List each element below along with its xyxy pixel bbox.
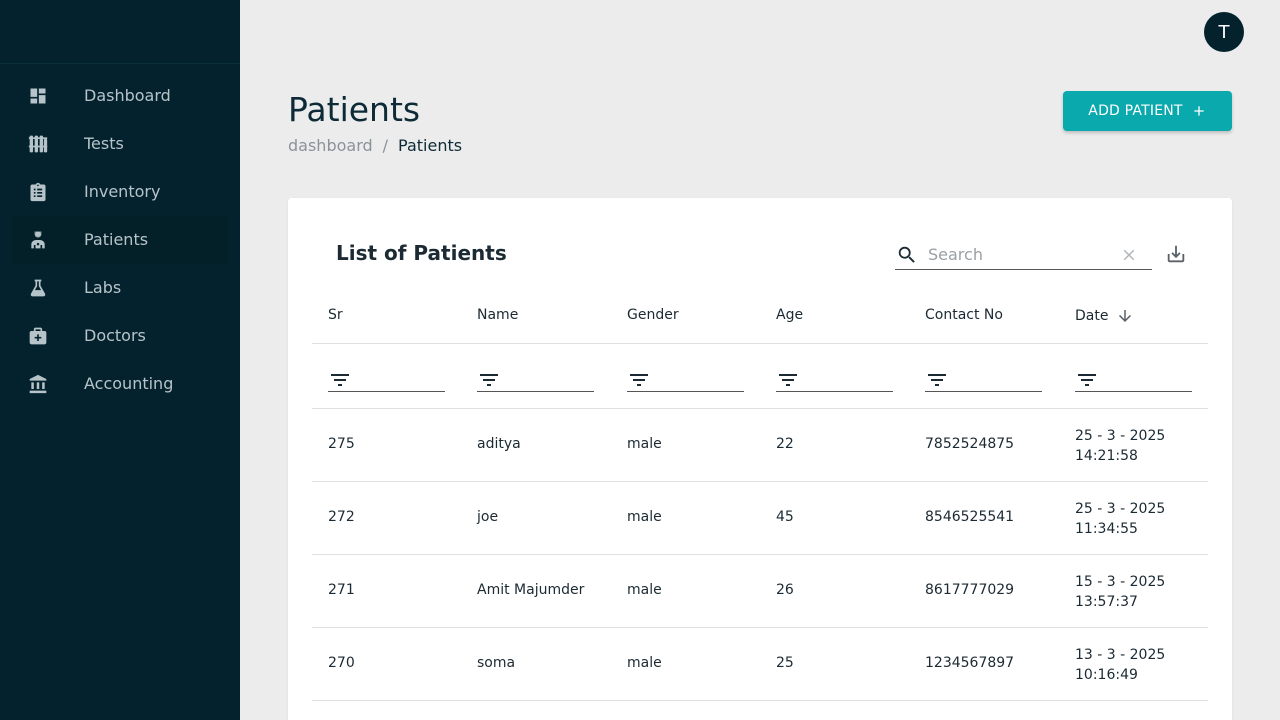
sidebar-item-dashboard[interactable]: Dashboard: [0, 72, 240, 120]
filter-icon: [331, 374, 349, 386]
cell-date-time: 14:21:58: [1075, 448, 1138, 464]
cell-gender: male: [627, 655, 662, 671]
breadcrumb-link-dashboard[interactable]: dashboard: [288, 136, 373, 155]
column-header-age[interactable]: Age: [776, 307, 803, 323]
table-row[interactable]: 270 soma male 25 1234567897 13 - 3 - 202…: [312, 628, 1208, 701]
cell-age: 22: [776, 436, 794, 452]
filter-row: [312, 344, 1208, 409]
cell-name: aditya: [477, 436, 521, 452]
dashboard-icon: [28, 86, 48, 106]
sidebar-nav: Dashboard Tests Inventory Patients Labs: [0, 72, 240, 408]
cell-contact: 1234567897: [925, 655, 1015, 671]
sidebar-item-label: Doctors: [84, 326, 146, 345]
filter-contact[interactable]: [925, 365, 1042, 392]
column-header-contact[interactable]: Contact No: [925, 307, 1003, 323]
plus-icon: [1194, 106, 1204, 116]
cell-gender: male: [627, 509, 662, 525]
cell-sr: 271: [328, 582, 355, 598]
sidebar-item-accounting[interactable]: Accounting: [0, 360, 240, 408]
search-icon: [898, 246, 915, 263]
patient-icon: [28, 230, 48, 250]
cell-date: 25 - 3 - 2025 11:34:55: [1075, 499, 1165, 539]
sidebar-item-labs[interactable]: Labs: [0, 264, 240, 312]
patients-card: List of Patients Sr Name Gender Age Cont…: [288, 198, 1232, 720]
sidebar-item-label: Tests: [84, 134, 124, 153]
filter-sr[interactable]: [328, 365, 445, 392]
download-icon[interactable]: [1165, 243, 1187, 265]
sidebar-item-label: Inventory: [84, 182, 161, 201]
cell-date: 15 - 3 - 2025 13:57:37: [1075, 572, 1165, 612]
cell-name: joe: [477, 509, 499, 525]
sidebar-item-label: Dashboard: [84, 86, 171, 105]
cell-sr: 275: [328, 436, 355, 452]
page-title: Patients: [288, 90, 421, 129]
medical-bag-icon: [28, 326, 48, 346]
cell-age: 45: [776, 509, 794, 525]
clear-search-icon[interactable]: [1120, 246, 1138, 264]
filter-icon: [630, 374, 648, 386]
card-title: List of Patients: [336, 241, 507, 265]
filter-name[interactable]: [477, 365, 594, 392]
table-row[interactable]: 271 Amit Majumder male 26 8617777029 15 …: [312, 555, 1208, 628]
cell-date-time: 11:34:55: [1075, 521, 1138, 537]
table-header: Sr Name Gender Age Contact No Date: [312, 292, 1208, 344]
sidebar-item-inventory[interactable]: Inventory: [0, 168, 240, 216]
arrow-down-icon: [1119, 310, 1132, 322]
sidebar-item-label: Patients: [84, 230, 149, 249]
sidebar-item-patients[interactable]: Patients: [12, 216, 228, 264]
clipboard-icon: [28, 182, 48, 202]
filter-gender[interactable]: [627, 365, 744, 392]
cell-contact: 7852524875: [925, 436, 1015, 452]
cell-date-day: 25 - 3 - 2025: [1075, 501, 1166, 517]
breadcrumb-separator: /: [382, 136, 389, 155]
cell-contact: 8546525541: [925, 509, 1015, 525]
cell-gender: male: [627, 436, 662, 452]
cell-age: 25: [776, 655, 794, 671]
add-patient-button[interactable]: ADD PATIENT: [1063, 91, 1232, 131]
filter-icon: [480, 374, 498, 386]
patients-table: Sr Name Gender Age Contact No Date 275 a…: [312, 292, 1208, 701]
filter-age[interactable]: [776, 365, 893, 392]
filter-icon: [928, 374, 946, 386]
cell-date-day: 13 - 3 - 2025: [1075, 647, 1166, 663]
cell-name: soma: [477, 655, 516, 671]
table-row[interactable]: 272 joe male 45 8546525541 25 - 3 - 2025…: [312, 482, 1208, 555]
flask-icon: [28, 278, 48, 298]
table-row[interactable]: 275 aditya male 22 7852524875 25 - 3 - 2…: [312, 409, 1208, 482]
cell-date-time: 13:57:37: [1075, 594, 1138, 610]
add-patient-button-label: ADD PATIENT: [1088, 103, 1183, 119]
cell-date: 13 - 3 - 2025 10:16:49: [1075, 645, 1165, 685]
filter-icon: [779, 374, 797, 386]
cell-age: 26: [776, 582, 794, 598]
cell-name: Amit Majumder: [477, 582, 585, 598]
column-header-date[interactable]: Date: [1075, 307, 1134, 325]
column-header-sr[interactable]: Sr: [328, 307, 343, 323]
search-input[interactable]: [928, 245, 1108, 264]
cell-date-day: 15 - 3 - 2025: [1075, 574, 1166, 590]
cell-date-time: 10:16:49: [1075, 667, 1138, 683]
breadcrumb: dashboard / Patients: [288, 136, 462, 155]
filter-icon: [1078, 374, 1096, 386]
search-field: [895, 240, 1152, 270]
breadcrumb-current: Patients: [398, 136, 463, 155]
test-tubes-icon: [28, 134, 48, 154]
sidebar-item-label: Accounting: [84, 374, 174, 393]
cell-date: 25 - 3 - 2025 14:21:58: [1075, 426, 1165, 466]
cell-contact: 8617777029: [925, 582, 1015, 598]
cell-sr: 270: [328, 655, 355, 671]
sidebar-header: [0, 0, 240, 64]
cell-date-day: 25 - 3 - 2025: [1075, 428, 1166, 444]
cell-sr: 272: [328, 509, 355, 525]
sidebar-item-tests[interactable]: Tests: [0, 120, 240, 168]
sidebar-item-label: Labs: [84, 278, 122, 297]
avatar[interactable]: T: [1204, 12, 1244, 52]
sidebar: Dashboard Tests Inventory Patients Labs: [0, 0, 240, 720]
bank-icon: [28, 374, 48, 394]
column-header-gender[interactable]: Gender: [627, 307, 679, 323]
cell-gender: male: [627, 582, 662, 598]
filter-date[interactable]: [1075, 365, 1192, 392]
column-header-name[interactable]: Name: [477, 307, 518, 323]
sidebar-item-doctors[interactable]: Doctors: [0, 312, 240, 360]
